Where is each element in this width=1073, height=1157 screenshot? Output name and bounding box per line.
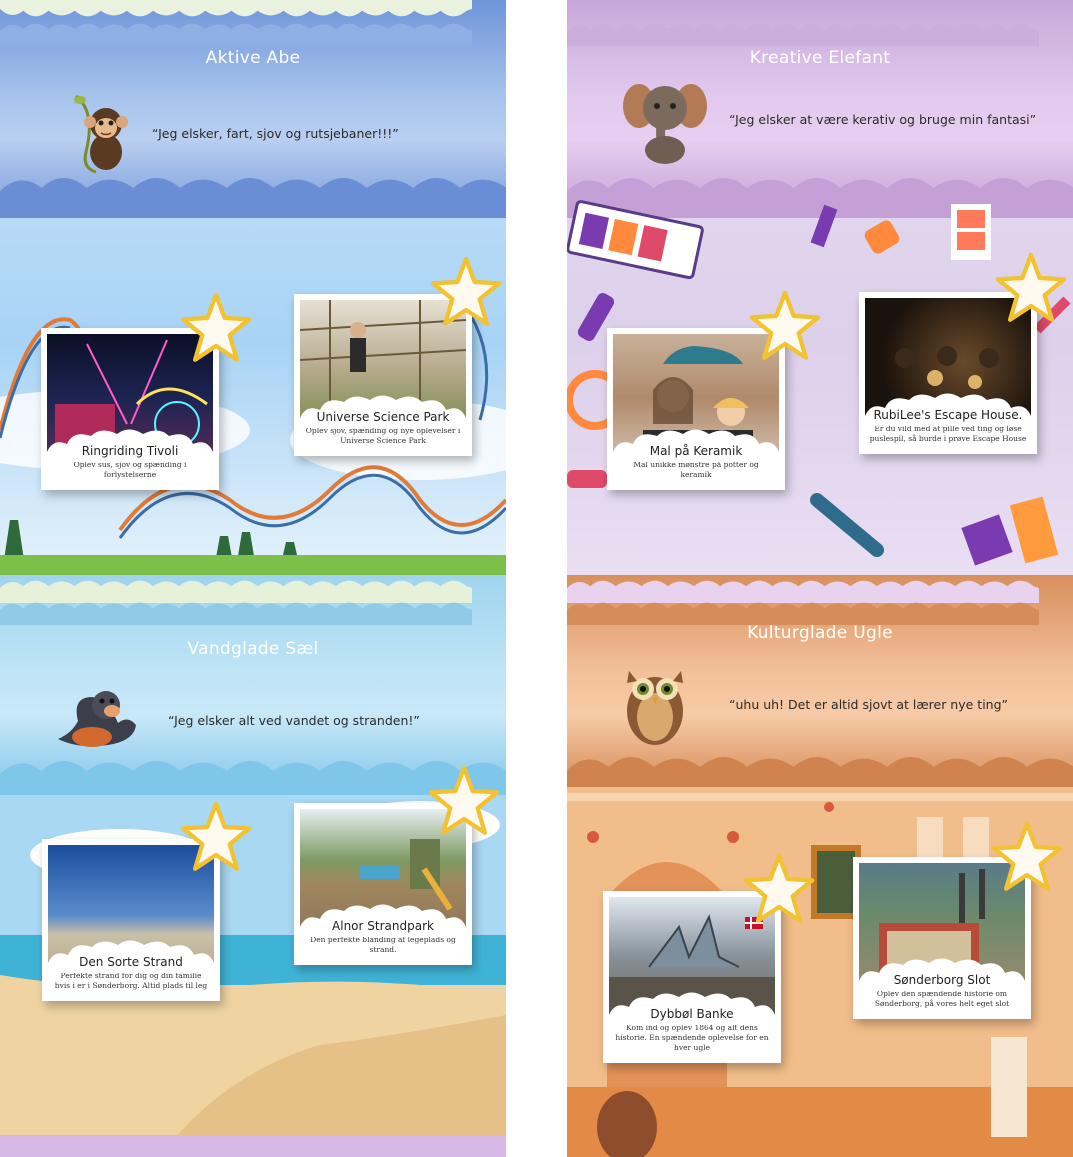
card-title: Den Sorte Strand [79, 955, 183, 969]
cloud-band [567, 18, 1039, 46]
panel-kulturglade-ugle: Kulturglade Ugle “uhu uh! Det er altid s… [567, 575, 1073, 1157]
panel-title: Vandglade Sæl [187, 639, 319, 659]
card-title: Universe Science Park [316, 410, 450, 424]
panel-title: Aktive Abe [205, 48, 301, 68]
mascot-quote: “uhu uh! Det er altid sjovt at lærer nye… [729, 697, 1008, 712]
card-title: Sønderborg Slot [893, 973, 991, 987]
star-icon [991, 821, 1063, 893]
card-title: Alnor Strandpark [332, 919, 434, 933]
owl-mascot-icon [627, 671, 683, 745]
scene-museum: Dybbøl Banke Kom ind og oplev 1864 og al… [567, 787, 1073, 1157]
card-title: Dybbøl Banke [650, 1007, 734, 1021]
mascot-quote: “Jeg elsker, fart, sjov og rutsjebaner!!… [152, 126, 399, 141]
cloud-band [567, 597, 1039, 625]
card-title: Ringriding Tivoli [81, 444, 179, 458]
monkey-mascot-icon [74, 94, 128, 174]
elephant-mascot-icon [623, 84, 707, 164]
card-title: RubiLee's Escape House. [873, 408, 1023, 422]
star-icon [749, 290, 821, 362]
mascot-quote: “Jeg elsker at være kerativ og bruge min… [729, 112, 1037, 127]
star-icon [428, 765, 500, 837]
scene-art-supplies: Mal på Keramik Mal unikke mønstre på pot… [567, 200, 1073, 575]
scene-rollercoaster: Ringriding Tivoli Oplev sus, sjov og spæ… [0, 200, 506, 575]
panel-kreative-elefant: Kreative Elefant “Jeg elsker at være ker… [567, 0, 1073, 575]
star-icon [430, 256, 502, 328]
mascot-quote: “Jeg elsker alt ved vandet og stranden!” [168, 713, 420, 728]
card-description: Kom ind og oplev 1864 og alt dens histor… [615, 1023, 769, 1052]
cloud-band [0, 18, 472, 46]
cloud-band [0, 597, 472, 625]
star-icon [995, 252, 1067, 324]
panel-title: Kulturglade Ugle [747, 623, 893, 643]
panel-vandglade-sael: Vandglade Sæl “Jeg elsker alt ved vandet… [0, 575, 506, 1157]
panel-title: Kreative Elefant [749, 48, 891, 68]
panel-aktive-abe: Aktive Abe “Jeg elsker, fart, sjov og ru… [0, 0, 506, 575]
scene-beach: Den Sorte Strand Perfekte strand for dig… [0, 795, 506, 1157]
star-icon [180, 292, 252, 364]
star-icon [180, 801, 252, 873]
seal-mascot-icon [58, 691, 136, 747]
card-title: Mal på Keramik [649, 444, 743, 458]
star-icon [743, 853, 815, 925]
